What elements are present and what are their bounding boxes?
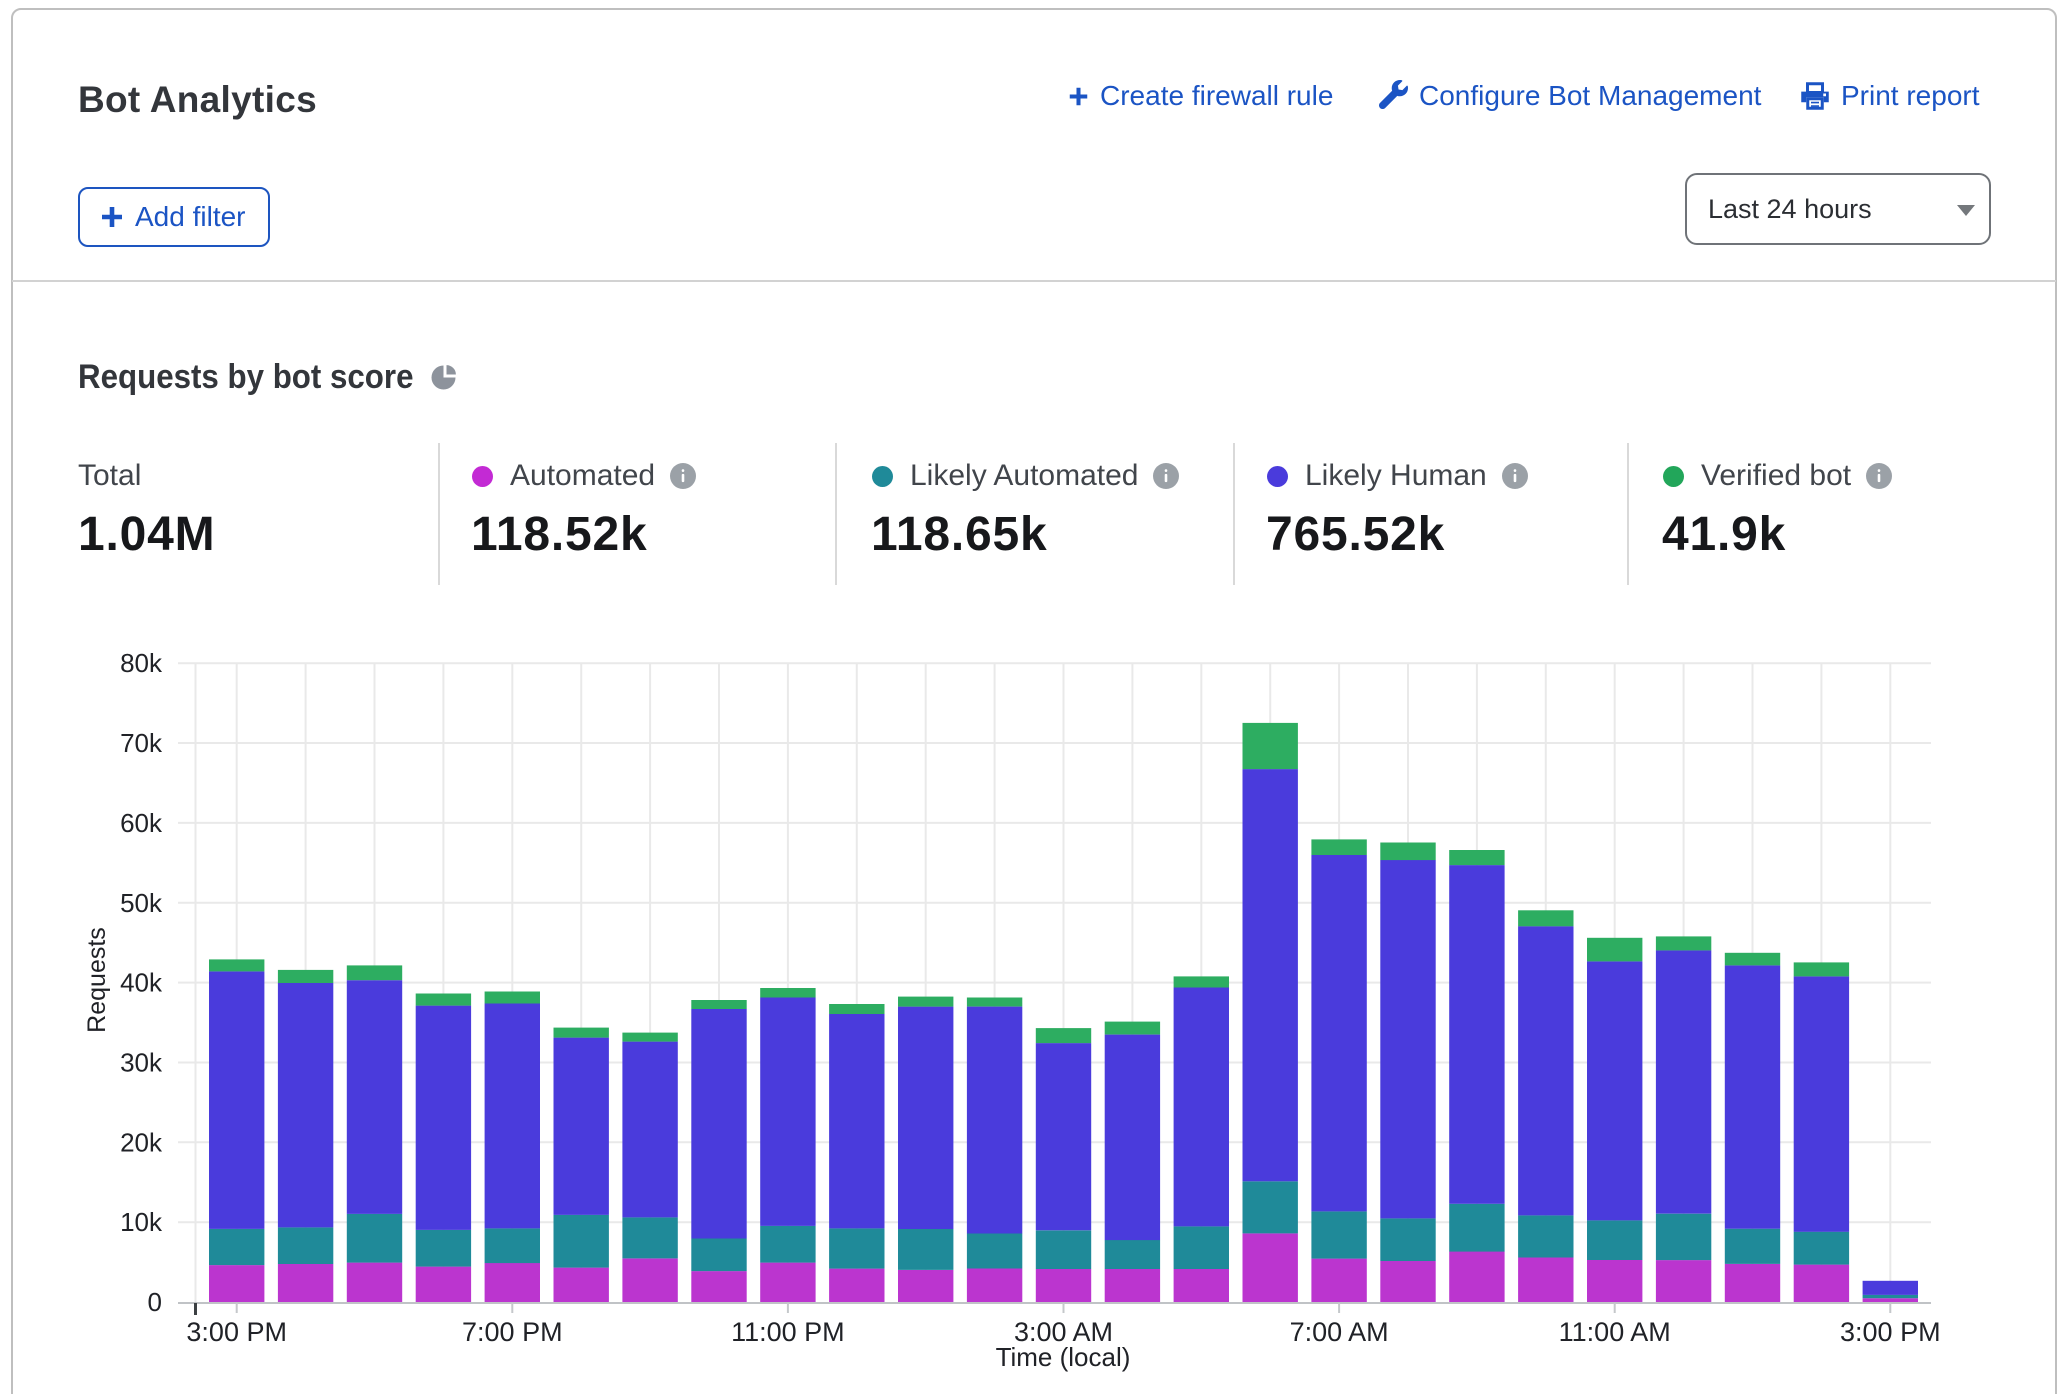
svg-text:11:00 AM: 11:00 AM <box>1559 1317 1671 1347</box>
svg-text:60k: 60k <box>120 808 163 838</box>
svg-text:30k: 30k <box>120 1048 163 1078</box>
svg-text:80k: 80k <box>120 648 163 678</box>
svg-text:50k: 50k <box>120 888 163 918</box>
svg-text:7:00 PM: 7:00 PM <box>462 1317 563 1347</box>
svg-text:40k: 40k <box>120 968 163 998</box>
svg-text:7:00 AM: 7:00 AM <box>1290 1317 1389 1347</box>
svg-text:0: 0 <box>148 1287 162 1317</box>
svg-text:20k: 20k <box>120 1127 163 1157</box>
svg-text:3:00 PM: 3:00 PM <box>1840 1317 1941 1347</box>
svg-text:Time (local): Time (local) <box>996 1342 1131 1372</box>
svg-text:70k: 70k <box>120 728 163 758</box>
svg-text:10k: 10k <box>120 1207 163 1237</box>
svg-text:3:00 PM: 3:00 PM <box>186 1317 287 1347</box>
svg-text:11:00 PM: 11:00 PM <box>731 1317 845 1347</box>
svg-text:Requests: Requests <box>83 927 111 1033</box>
